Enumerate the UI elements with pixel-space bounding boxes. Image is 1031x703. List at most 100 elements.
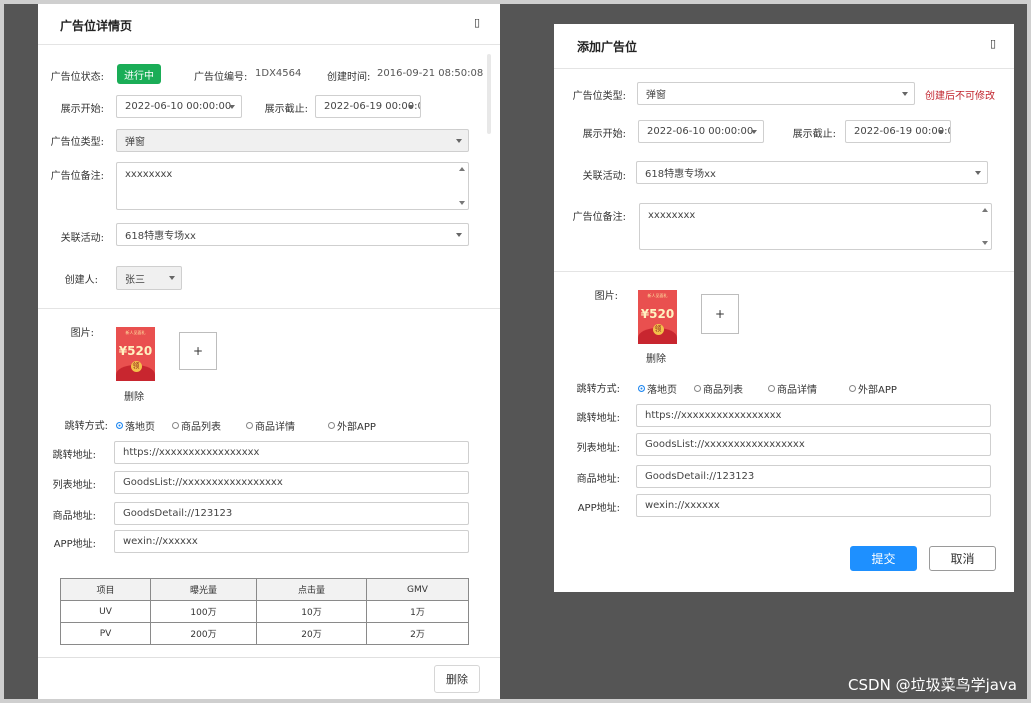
table-cell: 2万 <box>366 622 469 645</box>
start-date-value: 2022-06-10 00:00:00 <box>647 126 754 137</box>
radio-goods-detail[interactable]: 商品详情 <box>768 381 817 396</box>
radio-icon <box>768 385 775 392</box>
thumbnail-seal: 领 <box>652 324 664 335</box>
delete-button[interactable]: 删除 <box>434 665 480 693</box>
radio-label: 外部APP <box>858 385 897 396</box>
table-header-cell: 项目 <box>60 578 151 601</box>
activity-label: 关联活动: <box>582 171 626 182</box>
radio-label: 落地页 <box>125 422 155 433</box>
table-header-cell: 点击量 <box>256 578 367 601</box>
scroll-down-icon[interactable] <box>459 201 465 205</box>
title-divider <box>554 68 1014 69</box>
plus-icon: + <box>714 307 726 321</box>
table-cell: PV <box>60 622 151 645</box>
image-delete-link[interactable]: 删除 <box>646 350 666 365</box>
jump-url-input[interactable]: https://xxxxxxxxxxxxxxxxx <box>636 404 991 427</box>
start-date-select[interactable]: 2022-06-10 00:00:00 <box>638 120 764 143</box>
chevron-down-icon <box>456 232 462 237</box>
type-value: 弹窗 <box>646 90 666 101</box>
upload-image-button[interactable]: + <box>179 332 217 370</box>
list-url-input[interactable]: GoodsList://xxxxxxxxxxxxxxxxx <box>114 471 469 494</box>
activity-select[interactable]: 618特惠专场xx <box>636 161 988 184</box>
table-cell: 10万 <box>256 600 367 623</box>
thumbnail-seal: 领 <box>130 361 142 372</box>
detail-panel: 广告位详情页 ▯ 广告位状态: 进行中 广告位编号: 1DX4564 创建时间:… <box>38 4 500 699</box>
chevron-down-icon <box>169 276 175 280</box>
image-label: 图片: <box>594 291 618 302</box>
close-icon[interactable]: ▯ <box>990 37 996 50</box>
table-cell: 1万 <box>366 600 469 623</box>
list-url-input[interactable]: GoodsList://xxxxxxxxxxxxxxxxx <box>636 433 991 456</box>
scroll-up-icon[interactable] <box>982 208 988 212</box>
dialog-title: 添加广告位 <box>577 40 638 54</box>
radio-checked-icon <box>638 385 645 392</box>
end-date-select[interactable]: 2022-06-19 00:00:00 <box>845 120 951 143</box>
end-label: 展示截止: <box>264 104 308 115</box>
jump-url-value: https://xxxxxxxxxxxxxxxxx <box>123 447 260 458</box>
app-url-value: wexin://xxxxxx <box>123 536 198 547</box>
image-delete-link[interactable]: 删除 <box>124 388 144 403</box>
ad-image-thumbnail[interactable]: 新人见面礼 ¥520 领 <box>638 290 677 344</box>
cancel-button[interactable]: 取消 <box>929 546 996 571</box>
app-url-input[interactable]: wexin://xxxxxx <box>636 494 991 517</box>
type-select[interactable]: 弹窗 <box>637 82 915 105</box>
list-url-label: 列表地址: <box>52 480 96 491</box>
radio-label: 商品列表 <box>703 385 743 396</box>
end-label: 展示截止: <box>792 129 836 140</box>
radio-landing-page[interactable]: 落地页 <box>116 418 155 433</box>
radio-goods-list[interactable]: 商品列表 <box>694 381 743 396</box>
table-row: PV 200万 20万 2万 <box>60 622 469 645</box>
stats-table: 项目 曝光量 点击量 GMV UV 100万 10万 1万 PV 200万 20… <box>60 578 469 645</box>
radio-label: 商品详情 <box>255 422 295 433</box>
goods-url-value: GoodsDetail://123123 <box>123 508 233 519</box>
remark-textarea[interactable]: xxxxxxxx <box>639 203 992 250</box>
radio-goods-list[interactable]: 商品列表 <box>172 418 221 433</box>
goods-url-input[interactable]: GoodsDetail://123123 <box>636 465 991 488</box>
list-url-label: 列表地址: <box>576 443 620 454</box>
radio-label: 商品列表 <box>181 422 221 433</box>
activity-select[interactable]: 618特惠专场xx <box>116 223 469 246</box>
close-icon[interactable]: ▯ <box>474 16 480 29</box>
start-label: 展示开始: <box>60 104 104 115</box>
ad-image-thumbnail[interactable]: 新人见面礼 ¥520 领 <box>116 327 155 381</box>
app-url-input[interactable]: wexin://xxxxxx <box>114 530 469 553</box>
radio-checked-icon <box>116 422 123 429</box>
chevron-down-icon <box>975 170 981 175</box>
table-header-cell: GMV <box>366 578 469 601</box>
radio-landing-page[interactable]: 落地页 <box>638 381 677 396</box>
scroll-down-icon[interactable] <box>982 241 988 245</box>
remark-value: xxxxxxxx <box>125 169 173 180</box>
scroll-up-icon[interactable] <box>459 167 465 171</box>
radio-goods-detail[interactable]: 商品详情 <box>246 418 295 433</box>
detail-title: 广告位详情页 <box>60 19 133 33</box>
table-header-row: 项目 曝光量 点击量 GMV <box>60 578 469 601</box>
remark-textarea[interactable]: xxxxxxxx <box>116 162 469 210</box>
radio-icon <box>246 422 253 429</box>
end-date-select[interactable]: 2022-06-19 00:00:00 <box>315 95 421 118</box>
app-url-value: wexin://xxxxxx <box>645 500 720 511</box>
jump-url-label: 跳转地址: <box>52 450 96 461</box>
activity-label: 关联活动: <box>60 233 104 244</box>
goods-url-input[interactable]: GoodsDetail://123123 <box>114 502 469 525</box>
start-label: 展示开始: <box>582 129 626 140</box>
radio-external-app[interactable]: 外部APP <box>328 418 376 433</box>
creator-select[interactable]: 张三 <box>116 266 182 290</box>
list-url-value: GoodsList://xxxxxxxxxxxxxxxxx <box>645 439 805 450</box>
table-cell: 200万 <box>150 622 257 645</box>
submit-button[interactable]: 提交 <box>850 546 917 571</box>
scrollbar[interactable] <box>487 54 491 134</box>
upload-image-button[interactable]: + <box>701 294 739 334</box>
title-divider <box>38 44 500 45</box>
textarea-scrollbar[interactable] <box>980 205 990 248</box>
type-select[interactable]: 弹窗 <box>116 129 469 152</box>
radio-external-app[interactable]: 外部APP <box>849 381 897 396</box>
type-warning: 创建后不可修改 <box>925 91 995 102</box>
jump-url-input[interactable]: https://xxxxxxxxxxxxxxxxx <box>114 441 469 464</box>
remark-value: xxxxxxxx <box>648 210 696 221</box>
radio-label: 落地页 <box>647 385 677 396</box>
chevron-down-icon <box>902 91 908 96</box>
textarea-scrollbar[interactable] <box>457 164 467 208</box>
start-date-select[interactable]: 2022-06-10 00:00:00 <box>116 95 242 118</box>
detail-footer: 删除 <box>38 657 500 699</box>
activity-value: 618特惠专场xx <box>645 169 716 180</box>
